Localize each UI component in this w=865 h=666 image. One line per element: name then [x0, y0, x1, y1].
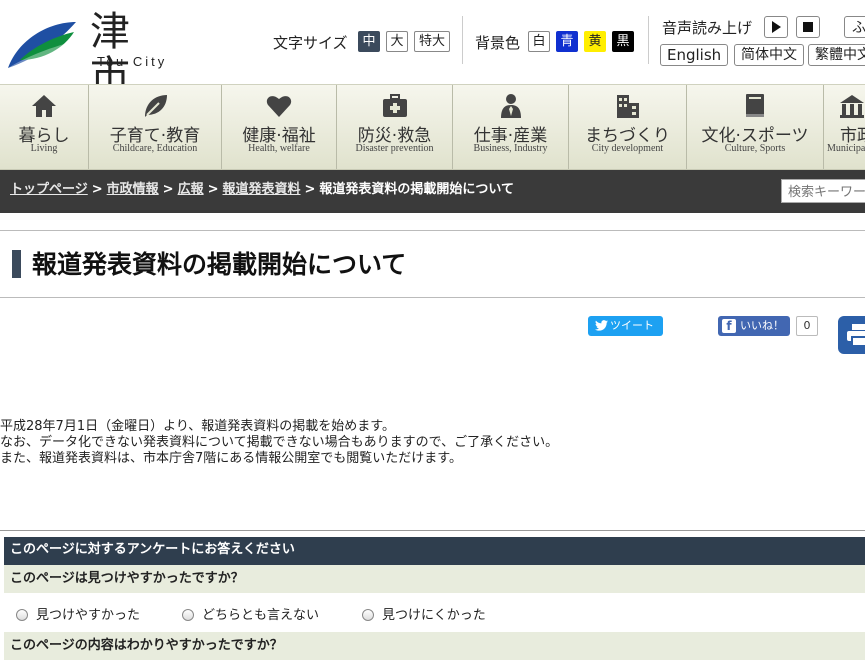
lang-simplified-chinese-button[interactable]: 简体中文 — [734, 44, 804, 66]
businessperson-icon — [500, 94, 521, 118]
bg-blue-button[interactable]: 青 — [556, 31, 578, 52]
read-aloud-label: 音声読み上げ — [662, 19, 753, 37]
breadcrumb-link-municipal-info[interactable]: 市政情報 — [107, 182, 159, 197]
page-title-box: 報道発表資料の掲載開始について — [0, 230, 865, 298]
twitter-bird-icon — [595, 320, 608, 331]
printer-icon — [847, 324, 865, 347]
article-body: 平成28年7月1日（金曜日）より、報道発表資料の掲載を始めます。 なお、データ化… — [0, 419, 558, 467]
title-accent-bar — [12, 250, 21, 278]
search-input[interactable] — [781, 179, 865, 203]
radio-button[interactable] — [16, 609, 28, 621]
leaf-icon — [145, 95, 167, 117]
header-divider — [648, 16, 649, 64]
radio-button[interactable] — [182, 609, 194, 621]
breadcrumb: トップページ > 市政情報 > 広報 > 報道発表資料 > 報道発表資料の掲載開始について — [10, 182, 515, 197]
nav-item-city-development[interactable]: まちづくり City development — [569, 85, 687, 169]
global-nav: 暮らし Living 子育て·教育 Childcare, Education 健… — [0, 84, 865, 170]
heart-icon — [266, 96, 292, 117]
background-color-label: 背景色 — [475, 34, 521, 52]
nav-label-en: Municipal — [827, 143, 865, 154]
play-icon — [772, 21, 781, 33]
house-icon — [32, 95, 56, 117]
nav-label-en: Living — [30, 143, 58, 154]
logo-roman: Tsu City — [97, 54, 168, 69]
body-paragraph: 平成28年7月1日（金曜日）より、報道発表資料の掲載を始めます。 — [0, 419, 396, 434]
nav-label-en: Childcare, Education — [112, 143, 198, 154]
facebook-like-count: 0 — [796, 316, 818, 336]
font-size-label: 文字サイズ — [273, 34, 348, 52]
breadcrumb-link-press-releases[interactable]: 報道発表資料 — [223, 182, 301, 197]
tweet-label: ツイート — [610, 319, 654, 332]
nav-item-childcare[interactable]: 子育て·教育 Childcare, Education — [89, 85, 222, 169]
first-aid-kit-icon — [382, 94, 407, 117]
page: 津市 Tsu City 文字サイズ 中 大 特大 背景色 白 青 黄 黒 音声読… — [0, 0, 865, 666]
nav-item-disaster[interactable]: 防災·救急 Disaster prevention — [337, 85, 453, 169]
survey-question-clarity: このページの内容はわかりやすかったですか？ — [4, 632, 865, 660]
body-paragraph: また、報道発表資料は、市本庁舎7階にある情報公開室でも閲覧いただけます。 — [0, 451, 462, 466]
breadcrumb-bar: トップページ > 市政情報 > 広報 > 報道発表資料 > 報道発表資料の掲載開始について — [0, 170, 865, 213]
survey-option-hard-to-find[interactable]: 見つけにくかった — [362, 604, 486, 623]
buildings-icon — [616, 95, 639, 118]
breadcrumb-link-public-relations[interactable]: 広報 — [178, 182, 204, 197]
bg-black-button[interactable]: 黒 — [612, 31, 634, 52]
breadcrumb-link-top[interactable]: トップページ — [10, 182, 88, 197]
lang-traditional-chinese-button[interactable]: 繁體中文 — [808, 44, 865, 66]
hiragana-button[interactable]: ふ — [844, 16, 865, 38]
nav-label-en: Health, welfare — [248, 143, 310, 154]
nav-item-business[interactable]: 仕事·産業 Business, Industry — [453, 85, 569, 169]
nav-item-culture-sports[interactable]: 文化·スポーツ Culture, Sports — [687, 85, 824, 169]
facebook-icon: f — [722, 319, 736, 333]
nav-label-en: Culture, Sports — [724, 143, 786, 154]
site-logo[interactable]: 津市 Tsu City — [4, 10, 182, 98]
radio-button[interactable] — [362, 609, 374, 621]
survey-heading: このページに対するアンケートにお答えください — [4, 537, 865, 565]
survey-option-easy-to-find[interactable]: 見つけやすかった — [16, 604, 140, 623]
font-size-large-button[interactable]: 大 — [386, 31, 408, 52]
nav-label-en: City development — [591, 143, 664, 154]
feedback-survey: このページに対するアンケートにお答えください このページは見つけやすかったですか… — [0, 530, 865, 666]
nav-item-municipal[interactable]: 市政 Municipal — [824, 85, 865, 169]
site-header: 津市 Tsu City 文字サイズ 中 大 特大 背景色 白 青 黄 黒 音声読… — [0, 0, 865, 98]
tsu-city-logo-mark — [8, 22, 76, 68]
facebook-like-button[interactable]: f いいね！ — [718, 316, 790, 336]
bg-yellow-button[interactable]: 黄 — [584, 31, 606, 52]
facebook-like-label: いいね！ — [740, 319, 784, 332]
bg-white-button[interactable]: 白 — [528, 31, 550, 52]
survey-question-findability: このページは見つけやすかったですか？ — [4, 565, 865, 593]
font-size-xlarge-button[interactable]: 特大 — [414, 31, 450, 52]
lang-english-button[interactable]: English — [660, 44, 729, 66]
breadcrumb-current: 報道発表資料の掲載開始について — [319, 182, 515, 197]
nav-item-living[interactable]: 暮らし Living — [0, 85, 89, 169]
survey-option-neutral[interactable]: どちらとも言えない — [182, 604, 319, 623]
print-button[interactable] — [838, 316, 865, 354]
body-paragraph: なお、データ化できない発表資料について掲載できない場合もありますので、ご了承くだ… — [0, 435, 559, 450]
nav-label-en: Disaster prevention — [355, 143, 434, 154]
tweet-button[interactable]: ツイート — [588, 316, 663, 336]
play-button[interactable] — [764, 16, 788, 38]
nav-label-en: Business, Industry — [473, 143, 548, 154]
stop-button[interactable] — [796, 16, 820, 38]
nav-item-health[interactable]: 健康·福祉 Health, welfare — [222, 85, 337, 169]
page-title: 報道発表資料の掲載開始について — [32, 250, 407, 279]
book-icon — [746, 94, 764, 117]
stop-icon — [803, 22, 813, 32]
header-divider — [462, 16, 463, 64]
city-hall-icon — [840, 95, 864, 118]
font-size-medium-button[interactable]: 中 — [358, 31, 380, 52]
